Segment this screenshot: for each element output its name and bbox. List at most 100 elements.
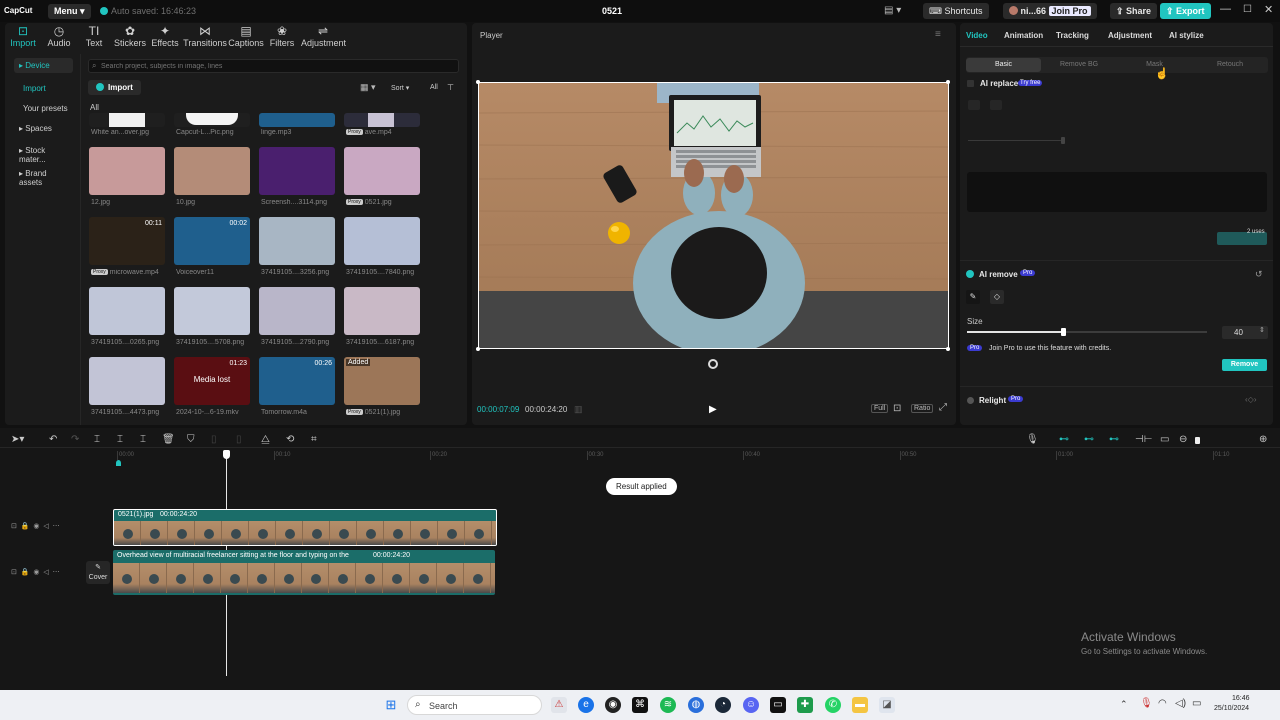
tool-filters[interactable]: ❀ Filters xyxy=(260,24,304,48)
media-item[interactable] xyxy=(259,147,335,195)
screen-icon[interactable]: ▭ xyxy=(1160,434,1169,445)
tab-tracking[interactable]: Tracking xyxy=(1056,31,1089,40)
crop-handle[interactable] xyxy=(946,347,950,351)
ai-replace-checkbox[interactable] xyxy=(967,80,974,87)
media-item[interactable] xyxy=(89,357,165,405)
app-icon[interactable]: ◍ xyxy=(688,697,704,713)
fullscreen-icon[interactable]: ⤢ xyxy=(939,402,947,413)
full-button[interactable]: Full xyxy=(871,404,889,413)
battery-icon[interactable]: ▭ xyxy=(1192,698,1201,709)
menu-button[interactable]: Menu ▾ xyxy=(48,4,91,19)
discord-icon[interactable]: ☺ xyxy=(743,697,759,713)
redo-icon[interactable]: ↷ xyxy=(71,434,79,445)
media-item[interactable] xyxy=(174,147,250,195)
chrome-icon[interactable]: ◉ xyxy=(605,697,621,713)
share-button[interactable]: ⇪ Share xyxy=(1110,3,1158,19)
tab-adjustment[interactable]: Adjustment xyxy=(1108,31,1152,40)
import-button[interactable]: Import xyxy=(88,80,141,95)
reset-icon[interactable]: ↺ xyxy=(1255,269,1263,280)
player-menu-icon[interactable]: ≡ xyxy=(935,29,941,40)
video-preview[interactable] xyxy=(478,82,949,349)
subtab-basic[interactable]: Basic xyxy=(966,58,1041,72)
select-cursor-icon[interactable]: ➤▾ xyxy=(11,434,24,445)
crop-handle[interactable] xyxy=(476,80,480,84)
sidebar-item[interactable]: Your presets xyxy=(18,101,77,116)
media-item[interactable] xyxy=(259,217,335,265)
view-grid-icon[interactable]: ▦ ▾ xyxy=(360,82,376,93)
sidebar-item[interactable]: ▸ Stock mater... xyxy=(14,143,73,167)
size-stepper[interactable]: 40 ⇕ xyxy=(1222,326,1268,339)
app-icon[interactable]: ✚ xyxy=(797,697,813,713)
track-lock-icons[interactable]: ⊡ 🔒 ◉ ◁ ⋯ xyxy=(11,568,60,576)
track-lock-icons[interactable]: ⊡ 🔒 ◉ ◁ ⋯ xyxy=(11,522,60,530)
spotify-icon[interactable]: ≋ xyxy=(660,697,676,713)
minimize-icon[interactable]: — xyxy=(1220,3,1231,15)
media-item[interactable] xyxy=(174,113,250,127)
sidebar-item[interactable]: ▸ Device xyxy=(14,58,73,73)
crop-icon[interactable]: ⌗ xyxy=(311,434,317,445)
taskbar-search[interactable]: ⌕ Search xyxy=(407,695,542,715)
media-item[interactable]: 00:02 xyxy=(174,217,250,265)
layout-icon[interactable]: ▤ ▾ xyxy=(884,5,901,16)
tool-transitions[interactable]: ⋈ Transitions xyxy=(183,24,227,48)
media-item[interactable] xyxy=(344,113,420,127)
play-button[interactable]: ▶ xyxy=(709,404,717,415)
media-item[interactable]: Added xyxy=(344,357,420,405)
close-icon[interactable]: ✕ xyxy=(1264,3,1273,16)
split-left-icon[interactable]: ⌶ xyxy=(117,434,123,445)
microphone-tray-icon[interactable]: 🎙 xyxy=(1140,698,1153,709)
app-icon[interactable]: ◪ xyxy=(879,697,895,713)
maximize-icon[interactable]: ☐ xyxy=(1243,4,1252,15)
relight-checkbox[interactable] xyxy=(967,397,974,404)
crop-handle[interactable] xyxy=(476,347,480,351)
subtab-retouch[interactable]: Retouch xyxy=(1193,58,1268,72)
steam-icon[interactable]: ◔ xyxy=(715,697,731,713)
tray-chevron-icon[interactable]: ⌃ xyxy=(1120,699,1128,710)
export-button[interactable]: ⇪ Export xyxy=(1160,3,1211,19)
sidebar-item[interactable]: ▸ Brand assets xyxy=(14,166,73,190)
tool-effects[interactable]: ✦ Effects xyxy=(143,24,187,48)
zoom-out-icon[interactable]: ⊖ xyxy=(1179,434,1187,445)
media-item[interactable] xyxy=(344,217,420,265)
media-item[interactable] xyxy=(89,113,165,127)
undo-icon[interactable]: ↶ xyxy=(49,434,57,445)
tool-adjustment[interactable]: ⇌ Adjustment xyxy=(301,24,346,48)
tab-video[interactable]: Video xyxy=(966,31,988,40)
sidebar-item[interactable]: Import xyxy=(18,81,77,96)
terminal-icon[interactable]: ▭ xyxy=(770,697,786,713)
media-item[interactable] xyxy=(174,287,250,335)
keyframe-icon[interactable]: ‹◇› xyxy=(1245,395,1256,404)
split-icon[interactable]: ⌶ xyxy=(94,434,100,445)
mirror-icon[interactable]: ⧋ xyxy=(261,434,270,445)
eraser-icon[interactable]: ◇ xyxy=(990,290,1004,304)
preview-axis-icon[interactable]: ⊣⊢ xyxy=(1135,434,1152,445)
media-item[interactable]: 01:23 Media lost xyxy=(174,357,250,405)
app-icon[interactable]: ⚠ xyxy=(551,697,567,713)
playhead-handle[interactable] xyxy=(223,450,230,459)
capcut-icon[interactable]: ⌘ xyxy=(632,697,648,713)
media-item[interactable] xyxy=(89,147,165,195)
video-clip[interactable]: 0521(1).jpg 00:00:24:20 xyxy=(113,509,497,546)
search-input[interactable] xyxy=(101,61,451,71)
search-box[interactable]: ⌕ xyxy=(88,59,459,73)
subtab-remove-bg[interactable]: Remove BG xyxy=(1042,58,1117,72)
media-item[interactable] xyxy=(259,287,335,335)
main-track-magnet-icon[interactable]: ⊷ xyxy=(1059,434,1069,445)
volume-icon[interactable]: ◁) xyxy=(1175,698,1186,709)
media-item[interactable]: 00:11 xyxy=(89,217,165,265)
sort-button[interactable]: Sort ▾ xyxy=(391,84,409,92)
markers-icon[interactable]: ▥ xyxy=(574,404,583,415)
rotate-handle-icon[interactable] xyxy=(708,359,718,369)
media-item[interactable] xyxy=(89,287,165,335)
filter-icon[interactable]: ⊤ xyxy=(447,83,454,92)
tab-animation[interactable]: Animation xyxy=(1004,31,1043,40)
sidebar-item[interactable]: ▸ Spaces xyxy=(14,121,73,136)
zoom-slider-handle[interactable] xyxy=(1195,437,1200,444)
shield-icon[interactable]: ⛉ xyxy=(187,434,195,445)
join-pro-badge[interactable]: Join Pro xyxy=(1048,6,1091,16)
zoom-fit-icon[interactable]: ⊕ xyxy=(1259,434,1267,445)
delete-icon[interactable]: 🗑 xyxy=(162,434,175,445)
size-slider-handle[interactable] xyxy=(1061,328,1066,336)
edge-icon[interactable]: e xyxy=(578,697,594,713)
ratio-button[interactable]: Ratio xyxy=(911,404,934,413)
